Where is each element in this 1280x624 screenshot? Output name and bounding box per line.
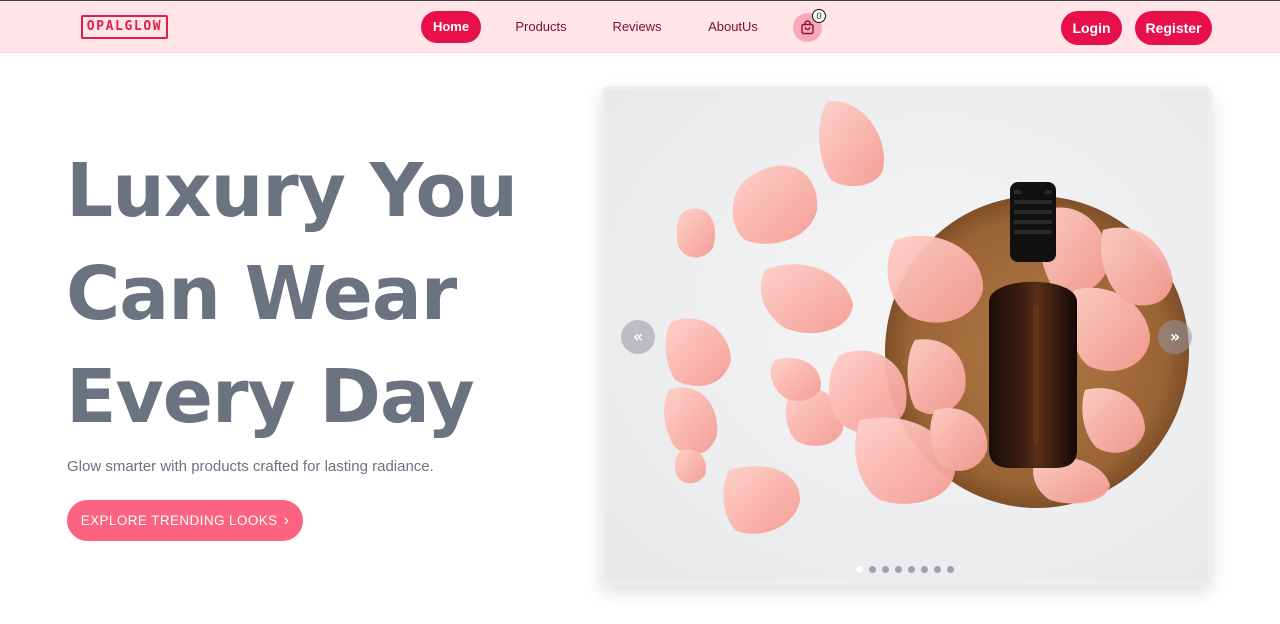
- brand-logo[interactable]: OPALGLOW: [81, 15, 168, 39]
- hero-subtitle: Glow smarter with products crafted for l…: [67, 458, 434, 475]
- carousel-slide-image: [605, 90, 1208, 581]
- double-chevron-left-icon: «: [632, 327, 644, 346]
- carousel-next-button[interactable]: »: [1158, 320, 1192, 354]
- carousel-dot-8[interactable]: [947, 566, 954, 573]
- nav-link-products[interactable]: Products: [510, 11, 572, 43]
- carousel-prev-button[interactable]: «: [621, 320, 655, 354]
- hero-title-line-1: Luxury You: [66, 148, 518, 234]
- double-chevron-right-icon: »: [1169, 327, 1181, 346]
- hero-carousel[interactable]: « »: [601, 86, 1212, 585]
- carousel-dot-3[interactable]: [882, 566, 889, 573]
- carousel-dot-1[interactable]: [856, 566, 863, 573]
- carousel-dot-2[interactable]: [869, 566, 876, 573]
- hero-title-line-3: Every Day: [66, 354, 475, 440]
- hero-title: Luxury You Can Wear Every Day: [66, 140, 586, 449]
- explore-trending-button[interactable]: EXPLORE TRENDING LOOKS ›: [67, 500, 303, 541]
- carousel-dot-5[interactable]: [908, 566, 915, 573]
- carousel-dot-7[interactable]: [934, 566, 941, 573]
- chevron-right-icon: ›: [283, 512, 290, 529]
- carousel-dot-6[interactable]: [921, 566, 928, 573]
- register-button[interactable]: Register: [1135, 11, 1212, 45]
- navbar: OPALGLOW Home Products Reviews AboutUs 0…: [0, 0, 1280, 53]
- shopping-bag-icon: [801, 20, 814, 35]
- hero-title-line-2: Can Wear: [66, 251, 457, 337]
- carousel-dot-4[interactable]: [895, 566, 902, 573]
- nav-link-aboutus[interactable]: AboutUs: [702, 11, 764, 43]
- nav-link-home[interactable]: Home: [421, 11, 481, 43]
- login-button[interactable]: Login: [1061, 11, 1122, 45]
- cart-count-badge: 0: [812, 9, 826, 23]
- explore-trending-label: EXPLORE TRENDING LOOKS: [80, 513, 278, 528]
- carousel-indicators: [856, 566, 954, 574]
- nav-link-reviews[interactable]: Reviews: [608, 11, 666, 43]
